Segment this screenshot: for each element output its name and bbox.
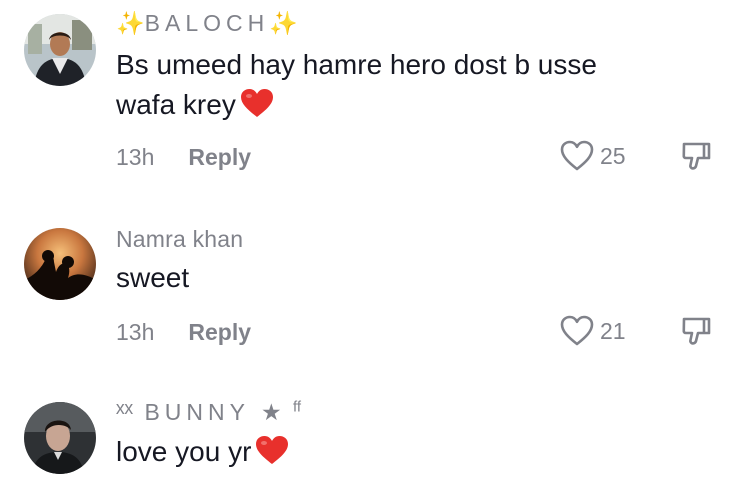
like-button[interactable]: 25 xyxy=(560,140,626,172)
comment-time: 13h xyxy=(116,144,155,170)
like-button[interactable]: 21 xyxy=(560,315,626,347)
sunset-couple-avatar-icon xyxy=(24,228,96,300)
red-heart-emoji-icon xyxy=(240,88,274,129)
user-avatar[interactable] xyxy=(24,14,96,86)
comment-text: love you yr xyxy=(116,432,289,476)
dislike-button[interactable] xyxy=(680,140,712,177)
like-count: 21 xyxy=(600,317,626,344)
reply-button[interactable]: Reply xyxy=(188,319,251,345)
user-avatar[interactable] xyxy=(24,402,96,474)
comment-meta: 13h Reply xyxy=(116,319,251,346)
comment-username[interactable]: Namra khan xyxy=(116,226,243,253)
username-prefix: ˣˣ xyxy=(116,396,134,426)
comment-time: 13h xyxy=(116,319,155,345)
comment-meta: 13h Reply xyxy=(116,144,251,171)
like-count: 25 xyxy=(600,142,626,169)
thumbs-down-icon xyxy=(682,317,711,345)
dislike-button[interactable] xyxy=(680,315,712,352)
man-portrait-avatar-icon xyxy=(24,402,96,474)
comment-text-content: love you yr xyxy=(116,436,252,467)
star-icon: ★ xyxy=(260,399,282,425)
thumbs-down-icon xyxy=(682,142,711,170)
sparkle-icon: ✨ xyxy=(269,10,298,36)
comment-text-line: Bs umeed hay hamre hero dost b usse xyxy=(116,49,597,80)
comment-text-line: wafa krey xyxy=(116,85,597,129)
comment-username[interactable]: ˣˣ BUNNY ★ ff xyxy=(116,396,301,427)
comment-text: Bs umeed hay hamre hero dost b usse wafa… xyxy=(116,45,597,129)
comment-username[interactable]: ✨BALOCH✨ xyxy=(116,10,298,37)
heart-outline-icon xyxy=(560,315,594,346)
username-superscript: ff xyxy=(292,398,302,416)
username-text: BALOCH xyxy=(144,10,270,36)
person-avatar-icon xyxy=(24,14,96,86)
reply-button[interactable]: Reply xyxy=(188,144,251,170)
heart-outline-icon xyxy=(560,140,594,171)
red-heart-emoji-icon xyxy=(255,435,289,476)
sparkle-icon: ✨ xyxy=(116,10,145,36)
user-avatar[interactable] xyxy=(24,228,96,300)
comment-text: sweet xyxy=(116,262,190,293)
username-text: BUNNY xyxy=(144,399,250,425)
